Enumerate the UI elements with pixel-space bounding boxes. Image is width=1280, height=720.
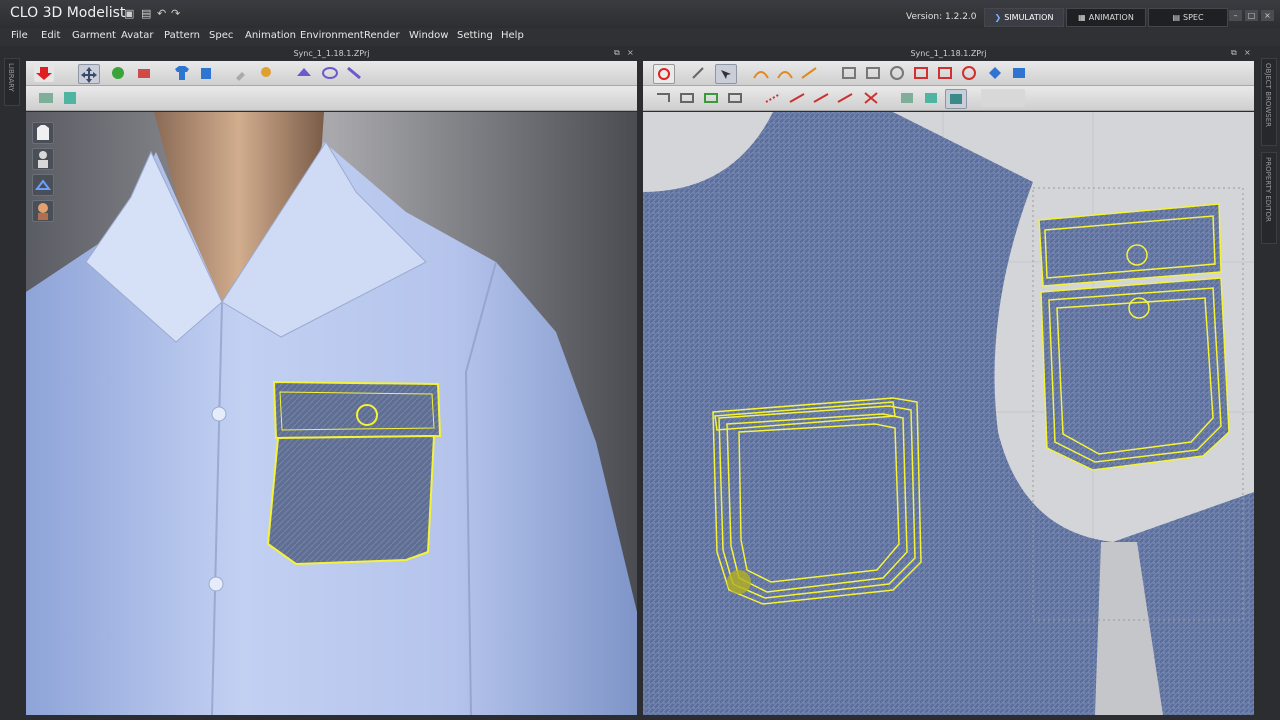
shirt-icon[interactable] — [32, 122, 54, 144]
2d-toolbar-1 — [643, 61, 1254, 86]
grid-2d-icon[interactable] — [921, 89, 941, 107]
sync-icon[interactable] — [653, 64, 675, 84]
simulation-icon: ❯ — [994, 13, 1002, 22]
menu-environment[interactable]: Environment — [300, 30, 364, 41]
brand-prefix: CLO — [10, 5, 39, 21]
transform-icon[interactable] — [715, 64, 737, 84]
down-arrow-icon[interactable] — [34, 64, 54, 82]
measure-icon[interactable] — [344, 64, 364, 82]
3d-pocket — [266, 380, 442, 566]
internal-rect-icon[interactable] — [935, 64, 955, 82]
seam-icon[interactable] — [653, 89, 673, 107]
3d-viewport[interactable] — [26, 112, 637, 715]
2d-pattern-viewport[interactable] — [643, 112, 1254, 715]
app-logo: CLO 3D Modelist — [10, 5, 125, 21]
stitch-edit-icon[interactable] — [835, 89, 855, 107]
menu-garment[interactable]: Garment — [72, 30, 116, 41]
avatar-green-icon[interactable] — [108, 64, 128, 82]
version-label: Version: — [906, 12, 943, 22]
pane-2d-close-icon[interactable]: × — [1244, 48, 1251, 57]
internal-circle-icon[interactable] — [959, 64, 979, 82]
rotate-icon[interactable] — [320, 64, 340, 82]
menu-setting[interactable]: Setting — [457, 30, 493, 41]
window-controls: – □ × — [1226, 10, 1274, 21]
menu-animation[interactable]: Animation — [245, 30, 296, 41]
select-move-icon[interactable] — [78, 64, 100, 84]
avatar-gray-icon[interactable] — [32, 148, 54, 170]
mode-animation[interactable]: ▦ ANIMATION — [1066, 8, 1146, 27]
menu-render[interactable]: Render — [364, 30, 400, 41]
segment-icon[interactable] — [799, 64, 819, 82]
close-icon[interactable]: × — [1261, 10, 1274, 21]
animation-icon: ▦ — [1078, 13, 1086, 22]
3d-scene — [26, 112, 637, 715]
mode-switcher: ❯ SIMULATION ▦ ANIMATION ▤ SPEC — [984, 8, 1230, 27]
brand-name: 3D Modelist — [42, 5, 126, 21]
disabled-tool-icon — [981, 89, 1025, 107]
pane-maximize-icon[interactable]: ⧉ — [614, 48, 620, 58]
curve-icon[interactable] — [751, 64, 771, 82]
save-icon[interactable]: ▣ — [124, 7, 134, 20]
menu-window[interactable]: Window — [409, 30, 448, 41]
seam-tack-icon[interactable] — [725, 89, 745, 107]
2d-toolbar-2 — [643, 86, 1254, 111]
spec-icon: ▤ — [1172, 13, 1180, 22]
cursor-highlight — [727, 570, 751, 594]
menu-pattern[interactable]: Pattern — [164, 30, 200, 41]
3d-toolbar-1 — [26, 61, 637, 86]
edit-pattern-icon[interactable] — [689, 64, 709, 82]
redo-icon[interactable]: ↷ — [171, 7, 180, 20]
rectangle-icon[interactable] — [863, 64, 883, 82]
avatar-skin-icon[interactable] — [32, 200, 54, 222]
seam-check-icon[interactable] — [701, 89, 721, 107]
title-bar: CLO 3D Modelist ▣ ▤ ↶ ↷ Version: 1.2.2.0… — [0, 0, 1280, 28]
curve-point-icon[interactable] — [775, 64, 795, 82]
view-3d-icon[interactable] — [36, 89, 56, 107]
pleat-icon[interactable] — [1009, 64, 1029, 82]
minimize-icon[interactable]: – — [1229, 10, 1242, 21]
circle-icon[interactable] — [887, 64, 907, 82]
open-icon[interactable]: ▤ — [141, 7, 151, 20]
menu-edit[interactable]: Edit — [41, 30, 60, 41]
shirt-blue-icon[interactable] — [196, 64, 216, 82]
tshirt-blue-icon[interactable] — [172, 64, 192, 82]
property-editor-tab[interactable]: PROPERTY EDITOR — [1261, 152, 1277, 244]
undo-icon[interactable]: ↶ — [157, 7, 166, 20]
pin-icon[interactable] — [232, 64, 252, 82]
topstitch-icon[interactable] — [763, 89, 783, 107]
polygon-icon[interactable] — [839, 64, 859, 82]
menu-avatar[interactable]: Avatar — [121, 30, 153, 41]
mode-simulation[interactable]: ❯ SIMULATION — [984, 8, 1064, 27]
fold-icon[interactable] — [294, 64, 314, 82]
avatar-red-icon[interactable] — [134, 64, 154, 82]
internal-polygon-icon[interactable] — [911, 64, 931, 82]
dart-icon[interactable] — [985, 64, 1005, 82]
grid-icon[interactable] — [60, 89, 80, 107]
maximize-icon[interactable]: □ — [1245, 10, 1258, 21]
menu-spec[interactable]: Spec — [209, 30, 233, 41]
object-browser-tab[interactable]: OBJECT BROWSER — [1261, 58, 1277, 146]
right-pane-title: Sync_1_1.18.1.ZPrj — [643, 48, 1254, 60]
menu-file[interactable]: File — [11, 30, 28, 41]
menu-help[interactable]: Help — [501, 30, 524, 41]
topstitch-free-icon[interactable] — [811, 89, 831, 107]
library-tab[interactable]: LIBRARY — [4, 58, 20, 106]
version-value: 1.2.2.0 — [945, 12, 977, 22]
3d-toolbar-2 — [26, 86, 637, 111]
menu-bar: File Edit Garment Avatar Pattern Spec An… — [0, 28, 1280, 46]
2d-scene — [643, 112, 1254, 715]
stitch-delete-icon[interactable] — [861, 89, 881, 107]
pane-2d-maximize-icon[interactable]: ⧉ — [1231, 48, 1237, 58]
pane-close-icon[interactable]: × — [627, 48, 634, 57]
hanger-icon[interactable] — [32, 174, 54, 196]
2d-pocket-right — [1040, 277, 1230, 471]
tack-icon[interactable] — [256, 64, 276, 82]
seam-free-icon[interactable] — [677, 89, 697, 107]
mode-spec[interactable]: ▤ SPEC — [1148, 8, 1228, 27]
texture-edit-icon[interactable] — [945, 89, 967, 109]
left-pane-title: Sync_1_1.18.1.ZPrj — [26, 48, 637, 60]
version-info: Version: 1.2.2.0 — [906, 12, 977, 22]
topstitch-segment-icon[interactable] — [787, 89, 807, 107]
texture-icon[interactable] — [897, 89, 917, 107]
